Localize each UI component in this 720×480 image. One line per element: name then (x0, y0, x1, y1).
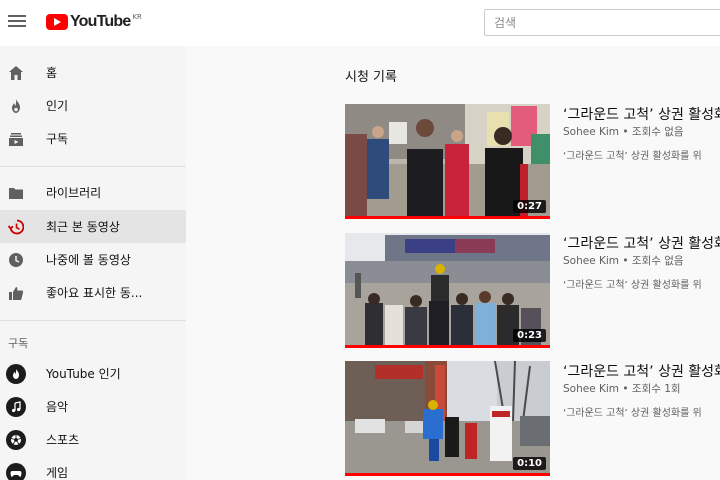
video-meta: Sohee Kim • 조회수 1회 (563, 381, 681, 396)
meta-separator: • (622, 126, 632, 138)
channel-name[interactable]: Sohee Kim (563, 126, 619, 138)
thumbs-up-icon (8, 285, 24, 301)
channel-name[interactable]: Sohee Kim (563, 383, 619, 395)
sidebar-item-label: YouTube 인기 (46, 367, 121, 381)
video-title[interactable]: ‘그라운드 고척’ 상권 활성화 (563, 233, 720, 253)
video-thumbnail[interactable]: 0:23 (345, 233, 550, 348)
subscriptions-icon (8, 131, 24, 147)
video-duration: 0:10 (513, 457, 546, 470)
youtube-logo[interactable]: YouTube KR (46, 12, 142, 32)
video-description: ‘그라운드 고척’ 상권 활성화를 위 (563, 280, 702, 291)
sidebar-item-history[interactable]: 최근 본 동영상 (0, 210, 186, 243)
sidebar: 홈 인기 구독 라이브러리 최근 본 동영상 나중에 볼 동영상 좋아요 표시한… (0, 46, 186, 480)
sidebar-divider (0, 320, 186, 321)
sidebar-item-label: 스포츠 (46, 433, 80, 447)
sidebar-item-youtube-trending[interactable]: YouTube 인기 (0, 357, 186, 390)
sidebar-item-sports[interactable]: 스포츠 (0, 423, 186, 456)
sidebar-item-watch-later[interactable]: 나중에 볼 동영상 (0, 243, 186, 276)
sidebar-item-home[interactable]: 홈 (0, 56, 186, 89)
video-item[interactable]: 0:10 ‘그라운드 고척’ 상권 활성화 Sohee Kim • 조회수 1회… (345, 361, 720, 476)
watch-progress-bar (345, 473, 550, 476)
sidebar-item-label: 게임 (46, 466, 69, 480)
video-item[interactable]: 0:27 ‘그라운드 고척’ 상권 활성화 Sohee Kim • 조회수 없음… (345, 104, 720, 219)
folder-icon (8, 185, 24, 201)
logo-text: YouTube (70, 13, 131, 30)
video-thumbnail[interactable]: 0:10 (345, 361, 550, 476)
view-count: 조회수 없음 (631, 126, 684, 138)
menu-icon[interactable] (8, 12, 26, 30)
sidebar-item-subscriptions[interactable]: 구독 (0, 122, 186, 155)
meta-separator: • (622, 255, 632, 267)
logo-region: KR (132, 13, 142, 21)
video-title[interactable]: ‘그라운드 고척’ 상권 활성화 (563, 104, 720, 124)
meta-separator: • (622, 383, 632, 395)
video-duration: 0:27 (513, 200, 546, 213)
sidebar-item-label: 구독 (46, 132, 69, 146)
home-icon (8, 65, 24, 81)
video-thumbnail[interactable]: 0:27 (345, 104, 550, 219)
video-description: ‘그라운드 고척’ 상권 활성화를 위 (563, 408, 702, 419)
video-item[interactable]: 0:23 ‘그라운드 고척’ 상권 활성화 Sohee Kim • 조회수 없음… (345, 233, 720, 348)
channel-name[interactable]: Sohee Kim (563, 255, 619, 267)
trending-channel-icon (6, 363, 26, 384)
sidebar-item-music[interactable]: 음악 (0, 390, 186, 423)
video-duration: 0:23 (513, 329, 546, 342)
clock-icon (8, 252, 24, 268)
youtube-play-logo-icon (46, 14, 68, 30)
sidebar-item-label: 라이브러리 (46, 186, 102, 200)
sidebar-item-label: 인기 (46, 99, 69, 113)
sports-channel-icon (6, 429, 26, 450)
watch-progress-bar (345, 345, 550, 348)
sidebar-item-label: 좋아요 표시한 동... (46, 286, 143, 300)
video-meta: Sohee Kim • 조회수 없음 (563, 253, 684, 268)
sidebar-item-label: 음악 (46, 400, 69, 414)
sidebar-divider (0, 166, 186, 167)
sidebar-item-label: 나중에 볼 동영상 (46, 253, 131, 267)
sidebar-item-liked[interactable]: 좋아요 표시한 동... (0, 276, 186, 309)
flame-icon (8, 98, 24, 114)
video-title[interactable]: ‘그라운드 고척’ 상권 활성화 (563, 361, 720, 381)
sidebar-item-library[interactable]: 라이브러리 (0, 176, 186, 209)
history-icon (8, 219, 24, 235)
view-count: 조회수 1회 (631, 383, 681, 395)
search-input[interactable] (484, 9, 720, 36)
video-meta: Sohee Kim • 조회수 없음 (563, 124, 684, 139)
subscriptions-section-title: 구독 (8, 337, 29, 350)
view-count: 조회수 없음 (631, 255, 684, 267)
video-description: ‘그라운드 고척’ 상권 활성화를 위 (563, 151, 702, 162)
music-channel-icon (6, 396, 26, 417)
watch-progress-bar (345, 216, 550, 219)
gaming-channel-icon (6, 462, 26, 480)
page-title: 시청 기록 (345, 70, 397, 85)
sidebar-item-trending[interactable]: 인기 (0, 89, 186, 122)
sidebar-item-gaming[interactable]: 게임 (0, 456, 186, 480)
top-bar: YouTube KR (0, 0, 720, 46)
sidebar-item-label: 홈 (46, 66, 58, 80)
sidebar-item-label: 최근 본 동영상 (46, 220, 120, 234)
